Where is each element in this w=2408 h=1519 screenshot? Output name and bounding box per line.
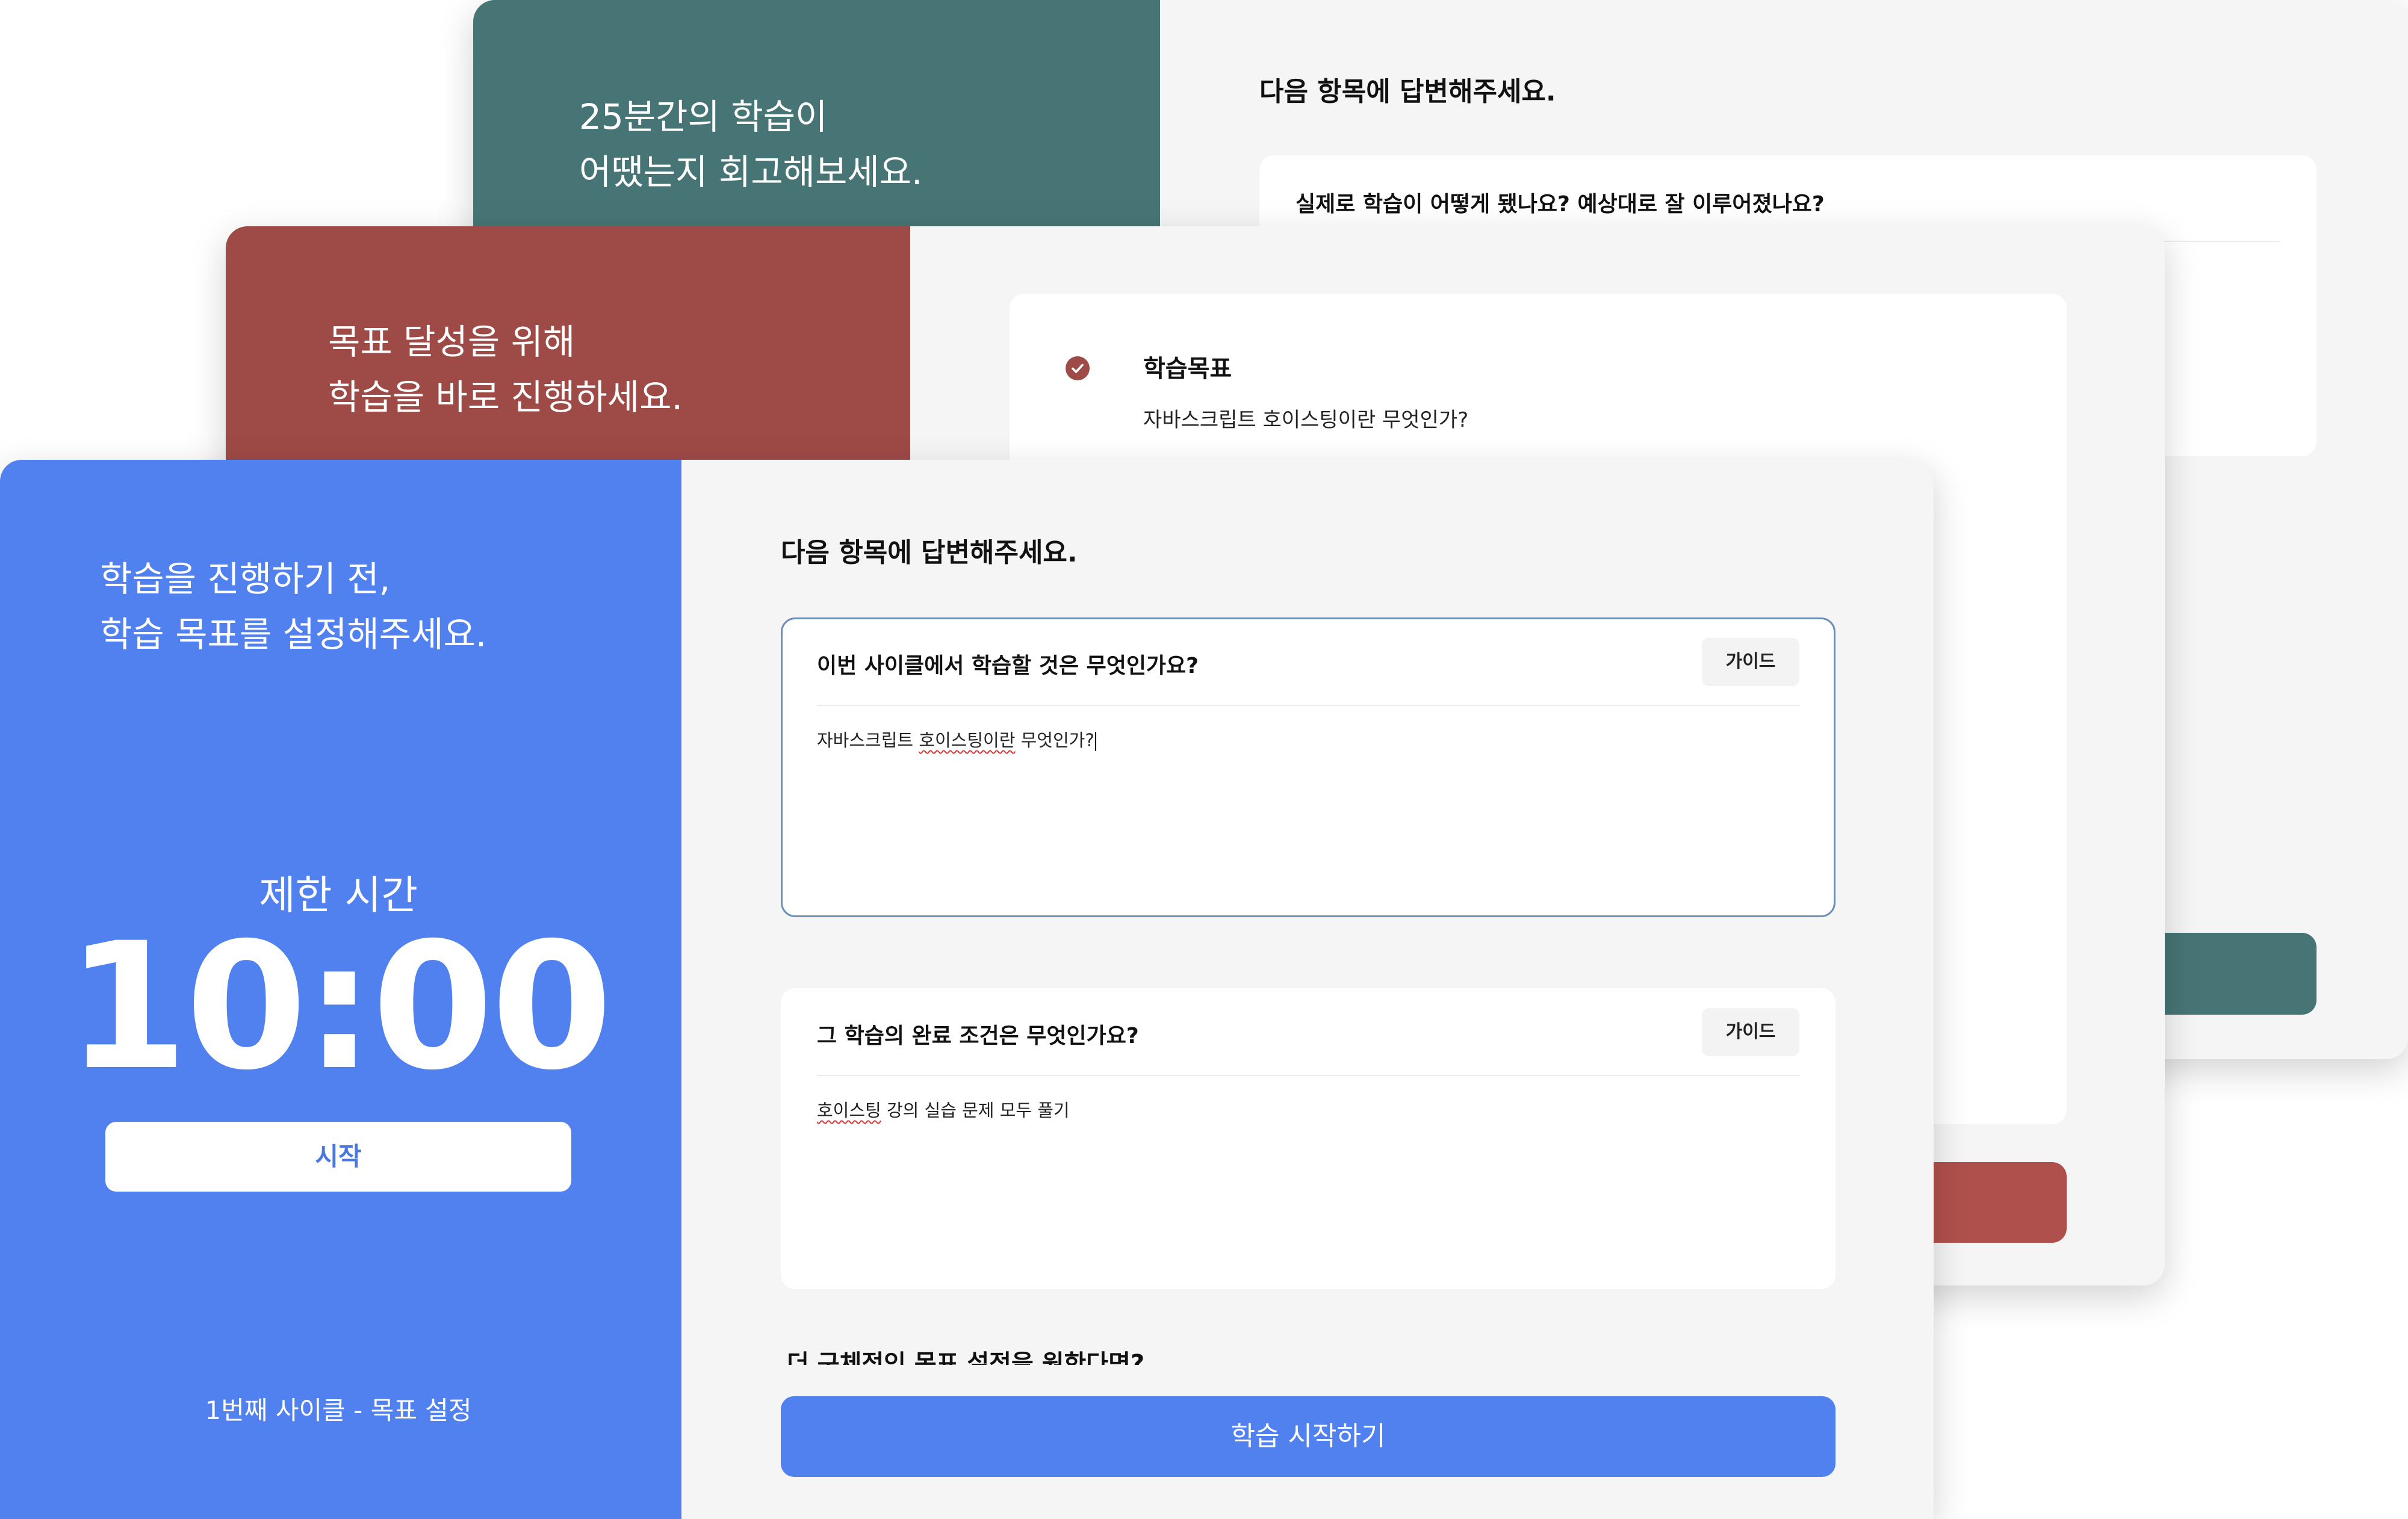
timer-start-button[interactable]: 시작 xyxy=(105,1122,571,1192)
answer-textarea[interactable]: 호이스팅 강의 실습 문제 모두 풀기 xyxy=(817,1097,1070,1122)
progress-hero-line1: 목표 달성을 위해 xyxy=(328,321,576,362)
card-divider xyxy=(817,1075,1799,1076)
answer-text-rest: 무엇인가? xyxy=(1015,730,1094,750)
card-divider xyxy=(817,705,1799,706)
next-question-heading: 더 구체적인 목표 설정을 원한다면? xyxy=(787,1350,1145,1365)
reflection-hero-line2: 어땠는지 회고해보세요. xyxy=(579,152,923,193)
setup-heading: 다음 항목에 답변해주세요. xyxy=(781,537,1078,568)
reflection-hero-text: 25분간의 학습이 어땠는지 회고해보세요. xyxy=(579,89,922,200)
question-label: 이번 사이클에서 학습할 것은 무엇인가요? xyxy=(817,654,1199,678)
goal-setup-window: 학습을 진행하기 전, 학습 목표를 설정해주세요. 제한 시간 10:00 시… xyxy=(0,460,1934,1519)
question-card-learning-topic[interactable]: 이번 사이클에서 학습할 것은 무엇인가요? 가이드 자바스크립트 호이스팅이란… xyxy=(781,617,1835,917)
setup-sidebar: 학습을 진행하기 전, 학습 목표를 설정해주세요. 제한 시간 10:00 시… xyxy=(0,460,681,1519)
clipped-question-viewport: 더 구체적인 목표 설정을 원한다면? xyxy=(781,1350,1835,1365)
guide-button[interactable]: 가이드 xyxy=(1702,1008,1799,1056)
answer-text-plain: 자바스크립트 xyxy=(817,730,919,750)
start-learning-button[interactable]: 학습 시작하기 xyxy=(781,1396,1835,1477)
text-caret xyxy=(1094,732,1096,751)
reflection-question-label: 실제로 학습이 어떻게 됐나요? 예상대로 잘 이루어졌나요? xyxy=(1296,192,1825,217)
goal-title: 학습목표 xyxy=(1143,355,1232,383)
setup-form-panel: 다음 항목에 답변해주세요. 이번 사이클에서 학습할 것은 무엇인가요? 가이… xyxy=(681,460,1934,1519)
progress-hero-text: 목표 달성을 위해 학습을 바로 진행하세요. xyxy=(328,314,683,425)
guide-button[interactable]: 가이드 xyxy=(1702,638,1799,686)
question-card-completion-criteria[interactable]: 그 학습의 완료 조건은 무엇인가요? 가이드 호이스팅 강의 실습 문제 모두… xyxy=(781,988,1835,1289)
progress-hero-line2: 학습을 바로 진행하세요. xyxy=(328,377,683,418)
answer-text-spellcheck-flag: 호이스팅 xyxy=(817,1100,881,1121)
answer-text-spellcheck-flag: 호이스팅이란 xyxy=(919,730,1016,750)
question-label: 그 학습의 완료 조건은 무엇인가요? xyxy=(817,1024,1139,1048)
reflection-heading: 다음 항목에 답변해주세요. xyxy=(1259,76,1556,107)
reflection-hero-line1: 25분간의 학습이 xyxy=(579,96,828,137)
setup-hero-line1: 학습을 진행하기 전, xyxy=(100,558,391,599)
check-circle-icon xyxy=(1066,356,1090,380)
timer-display: 10:00 xyxy=(66,906,612,1109)
goal-value: 자바스크립트 호이스팅이란 무엇인가? xyxy=(1143,408,1469,432)
answer-text-rest: 강의 실습 문제 모두 풀기 xyxy=(881,1100,1070,1121)
setup-hero-text: 학습을 진행하기 전, 학습 목표를 설정해주세요. xyxy=(100,551,486,662)
cycle-status: 1번째 사이클 - 목표 설정 xyxy=(205,1396,472,1425)
setup-hero-line2: 학습 목표를 설정해주세요. xyxy=(100,614,487,655)
answer-textarea[interactable]: 자바스크립트 호이스팅이란 무엇인가? xyxy=(817,726,1096,752)
